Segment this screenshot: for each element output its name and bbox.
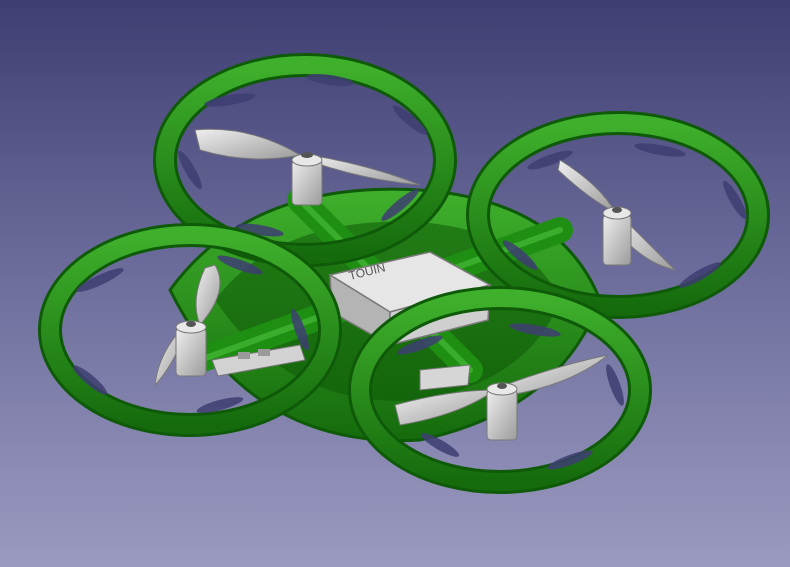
- drone-model-render[interactable]: TOUIN: [0, 0, 790, 567]
- motor-icon: [602, 206, 632, 266]
- motor-icon: [486, 382, 518, 441]
- 3d-viewport[interactable]: TOUIN: [0, 0, 790, 567]
- motor-icon: [175, 320, 207, 377]
- motor-icon: [291, 152, 323, 206]
